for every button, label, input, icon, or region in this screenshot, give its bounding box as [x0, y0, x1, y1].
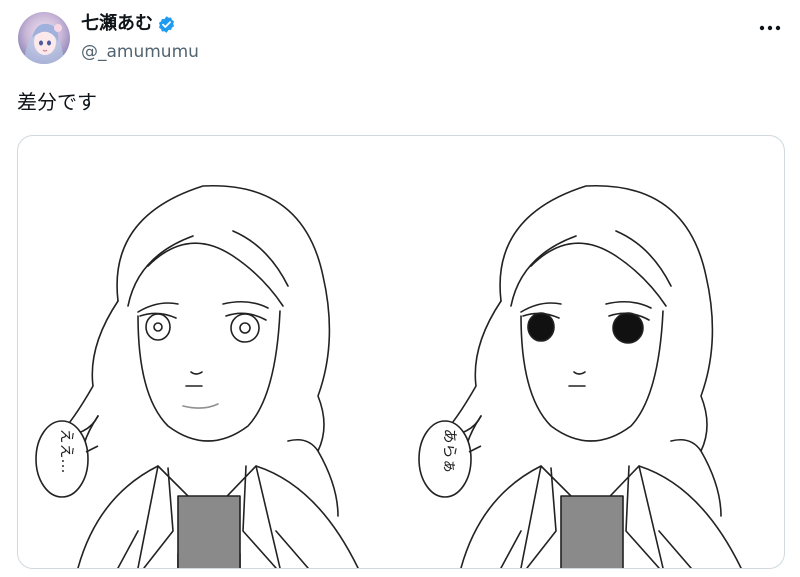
more-horizontal-icon	[759, 25, 781, 31]
tweet-media[interactable]: ええ… あらぁ	[17, 135, 785, 569]
tweet-text: 差分です	[17, 90, 97, 114]
avatar-illustration-icon	[24, 23, 64, 64]
illustration-right[interactable]: あらぁ	[401, 136, 784, 568]
illustration-left[interactable]: ええ…	[18, 136, 401, 568]
bubble-text-right: あらぁ	[441, 428, 459, 473]
user-handle[interactable]: @_amumumu	[81, 42, 199, 62]
user-names: 七瀬あむ @_amumumu	[81, 12, 199, 62]
display-name-row: 七瀬あむ	[81, 12, 199, 36]
avatar[interactable]	[18, 12, 70, 64]
display-name[interactable]: 七瀬あむ	[81, 12, 153, 36]
more-button[interactable]	[756, 18, 784, 38]
bubble-text-left: ええ…	[58, 428, 76, 473]
tweet-header: 七瀬あむ @_amumumu	[14, 10, 794, 66]
verified-badge-icon	[157, 15, 176, 34]
